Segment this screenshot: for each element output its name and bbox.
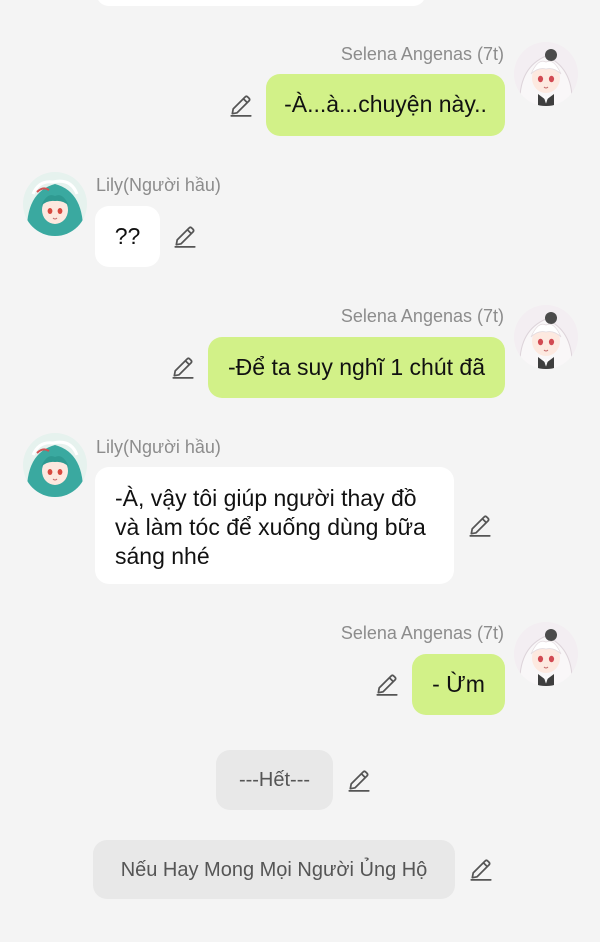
message-bubble-self[interactable]: - Ừm bbox=[412, 654, 505, 715]
avatar-selena[interactable] bbox=[514, 622, 578, 686]
pencil-icon[interactable] bbox=[172, 223, 198, 249]
avatar-selena[interactable] bbox=[514, 42, 578, 106]
pencil-icon[interactable] bbox=[468, 856, 494, 882]
narration-bubble-support[interactable]: Nếu Hay Mong Mọi Người Ủng Hộ bbox=[93, 840, 455, 899]
lily-avatar-icon bbox=[23, 172, 87, 236]
message-bubble-other[interactable]: -À, vậy tôi giúp người thay đồ và làm tó… bbox=[95, 467, 454, 584]
message-bubble-self[interactable]: -Để ta suy nghĩ 1 chút đã bbox=[208, 337, 505, 398]
sender-name: Selena Angenas (7t) bbox=[340, 44, 504, 64]
narration-bubble-end[interactable]: ---Hết--- bbox=[216, 750, 333, 810]
pencil-icon[interactable] bbox=[228, 92, 254, 118]
message-bubble-self[interactable]: -À...à...chuyện này.. bbox=[266, 74, 505, 136]
avatar-selena[interactable] bbox=[514, 305, 578, 369]
sender-name: Lily(Người hầu) bbox=[96, 175, 221, 195]
selena-avatar-icon bbox=[514, 622, 578, 686]
sender-name: Selena Angenas (7t) bbox=[340, 623, 504, 643]
selena-avatar-icon bbox=[514, 42, 578, 106]
lily-avatar-icon bbox=[23, 433, 87, 497]
avatar-lily[interactable] bbox=[23, 433, 87, 497]
pencil-icon[interactable] bbox=[374, 671, 400, 697]
message-bubble-other[interactable]: ?? bbox=[95, 206, 160, 267]
sender-name: Selena Angenas (7t) bbox=[340, 306, 504, 326]
avatar-lily[interactable] bbox=[23, 172, 87, 236]
previous-message-bubble bbox=[96, 0, 426, 6]
pencil-icon[interactable] bbox=[346, 767, 372, 793]
selena-avatar-icon bbox=[514, 305, 578, 369]
pencil-icon[interactable] bbox=[467, 512, 493, 538]
pencil-icon[interactable] bbox=[170, 354, 196, 380]
sender-name: Lily(Người hầu) bbox=[96, 437, 221, 457]
